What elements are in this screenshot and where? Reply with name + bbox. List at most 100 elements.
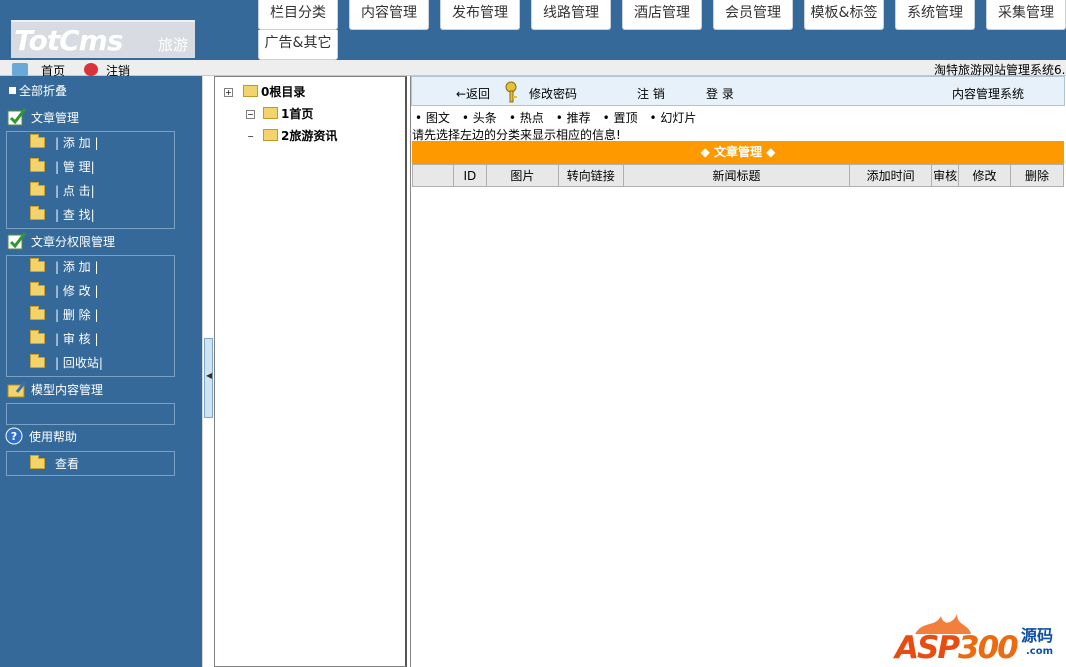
- collapse-icon[interactable]: −: [246, 110, 255, 119]
- sub-toolbar: 首页 注销 淘特旅游网站管理系统6.: [0, 60, 1066, 78]
- sidebar-item-label: 查看: [55, 457, 80, 471]
- filter-pinned[interactable]: • 置顶: [603, 111, 638, 125]
- notepad-check-icon: [7, 232, 27, 250]
- login-button[interactable]: 登 录: [706, 85, 734, 102]
- folder-icon: [30, 258, 45, 272]
- sidebar-item-recycle[interactable]: | 回收站|: [30, 354, 103, 370]
- collapse-all-label: 全部折叠: [19, 84, 68, 98]
- col-select: [412, 164, 454, 187]
- logout-button[interactable]: 注 销: [637, 85, 665, 102]
- watermark-logo: ASP300 源码 .com: [893, 612, 1059, 666]
- filter-headline[interactable]: • 头条: [462, 111, 497, 125]
- filter-slideshow[interactable]: • 幻灯片: [650, 111, 697, 125]
- content-toolbar: ←返回 修改密码 注 销 登 录 内容管理系统: [411, 76, 1065, 106]
- sidebar-item-add[interactable]: | 添 加 |: [30, 258, 99, 274]
- sidebar-item-search[interactable]: | 查 找|: [30, 206, 95, 222]
- section-model-content[interactable]: 模型内容管理: [7, 380, 103, 398]
- article-table: ID 图片 转向链接 新闻标题 添加时间 审核 修改 删除: [412, 164, 1064, 187]
- tab-routes[interactable]: 线路管理: [531, 0, 611, 30]
- folder-icon: [30, 158, 45, 172]
- tab-members[interactable]: 会员管理: [713, 0, 793, 30]
- sidebar-item-label: | 管 理|: [55, 160, 95, 174]
- section-title: 模型内容管理: [31, 383, 104, 397]
- collapse-icon[interactable]: −: [246, 133, 255, 142]
- arrow-left-icon: ◀: [206, 371, 213, 380]
- col-redirect-link: 转向链接: [557, 164, 624, 187]
- change-password-button[interactable]: 修改密码: [529, 85, 577, 102]
- sidebar-item-label: | 添 加 |: [55, 136, 99, 150]
- category-tree: +0根目录 − 1首页 − 2旅游资讯: [214, 76, 407, 667]
- watermark-asp: ASP: [895, 630, 960, 666]
- filter-links: • 图文 • 头条 • 热点 • 推荐 • 置顶 • 幻灯片: [415, 109, 708, 126]
- folder-pen-icon: [7, 381, 27, 398]
- sidebar-item-review[interactable]: | 审 核 |: [30, 330, 99, 346]
- tab-system[interactable]: 系统管理: [895, 0, 975, 30]
- sidebar-item-edit[interactable]: | 修 改 |: [30, 282, 99, 298]
- top-header: TotCms 旅游 栏目分类 内容管理 发布管理 线路管理 酒店管理 会员管理 …: [0, 0, 1066, 60]
- section-title: 使用帮助: [29, 430, 78, 444]
- filter-recommended[interactable]: • 推荐: [556, 111, 591, 125]
- tree-node-label: 0根目录: [261, 85, 306, 99]
- tree-node-travel-news[interactable]: − 2旅游资讯: [246, 127, 337, 144]
- sidebar-item-clicks[interactable]: | 点 击|: [30, 182, 95, 198]
- sidebar-item-label: | 点 击|: [55, 184, 95, 198]
- section-help[interactable]: ? 使用帮助: [5, 427, 77, 445]
- tab-content[interactable]: 内容管理: [349, 0, 429, 30]
- section-title: 文章管理: [31, 111, 80, 125]
- collapse-all-button[interactable]: 全部折叠: [9, 82, 67, 99]
- section-title: 文章分权限管理: [31, 235, 116, 249]
- sidebar-item-manage[interactable]: | 管 理|: [30, 158, 95, 174]
- tab-ads[interactable]: 广告&其它: [258, 30, 338, 60]
- sidebar-item-delete[interactable]: | 删 除 |: [30, 306, 99, 322]
- sidebar-item-label: | 回收站|: [55, 356, 103, 370]
- content-pane: ←返回 修改密码 注 销 登 录 内容管理系统 • 图文 • 头条 • 热点 • 推荐…: [410, 76, 1066, 667]
- tab-category[interactable]: 栏目分类: [258, 0, 338, 30]
- folder-icon: [30, 354, 45, 368]
- sidebar-item-label: | 添 加 |: [55, 260, 99, 274]
- folder-icon: [30, 306, 45, 320]
- folder-icon: [30, 206, 45, 220]
- tree-node-root[interactable]: +0根目录: [224, 83, 305, 100]
- expand-icon[interactable]: +: [224, 88, 233, 97]
- tab-hotels[interactable]: 酒店管理: [622, 0, 702, 30]
- watermark-300: 300: [958, 630, 1019, 666]
- section-permission-items: | 添 加 | | 修 改 | | 删 除 | | 审 核 | | 回收站|: [6, 255, 175, 377]
- sidebar-item-label: | 修 改 |: [55, 284, 99, 298]
- folder-icon: [263, 129, 278, 141]
- folder-icon: [30, 182, 45, 196]
- folder-icon: [30, 455, 45, 469]
- tab-templates[interactable]: 模板&标签: [804, 0, 884, 30]
- collapse-icon: [9, 87, 16, 94]
- col-review: 审核: [931, 164, 960, 187]
- app-logo: TotCms 旅游: [11, 20, 195, 58]
- col-edit: 修改: [958, 164, 1011, 187]
- tab-publish[interactable]: 发布管理: [440, 0, 520, 30]
- section-help-items: 查看: [6, 451, 175, 476]
- tab-collect[interactable]: 采集管理: [986, 0, 1066, 30]
- tree-node-home[interactable]: − 1首页: [246, 105, 313, 122]
- sidebar: 全部折叠 文章管理 | 添 加 | | 管 理| | 点 击| | 查 找| 文…: [0, 76, 202, 667]
- sidebar-item-label: | 查 找|: [55, 208, 95, 222]
- section-permission-management[interactable]: 文章分权限管理: [7, 232, 115, 250]
- notepad-check-icon: [7, 108, 27, 126]
- sidebar-item-add[interactable]: | 添 加 |: [30, 134, 99, 150]
- home-icon[interactable]: [12, 63, 28, 76]
- back-button[interactable]: ←返回: [456, 85, 490, 102]
- table-header-row: ID 图片 转向链接 新闻标题 添加时间 审核 修改 删除: [412, 164, 1064, 187]
- section-article-items: | 添 加 | | 管 理| | 点 击| | 查 找|: [6, 131, 175, 229]
- sidebar-item-view[interactable]: 查看: [30, 455, 79, 471]
- filter-image-text[interactable]: • 图文: [415, 111, 450, 125]
- col-delete: 删除: [1010, 164, 1064, 187]
- section-article-management[interactable]: 文章管理: [7, 108, 79, 126]
- filter-hot[interactable]: • 热点: [509, 111, 544, 125]
- section-model-items: [6, 403, 175, 425]
- col-added-time: 添加时间: [849, 164, 933, 187]
- sidebar-item-label: | 审 核 |: [55, 332, 99, 346]
- tree-node-label: 1首页: [281, 107, 314, 121]
- system-label: 内容管理系统: [952, 87, 1025, 101]
- logout-icon[interactable]: [84, 63, 98, 76]
- watermark-text: ASP300: [895, 630, 1019, 666]
- sidebar-item-label: | 删 除 |: [55, 308, 99, 322]
- collapse-sidebar-handle[interactable]: ◀: [204, 338, 213, 418]
- key-icon: [505, 81, 517, 103]
